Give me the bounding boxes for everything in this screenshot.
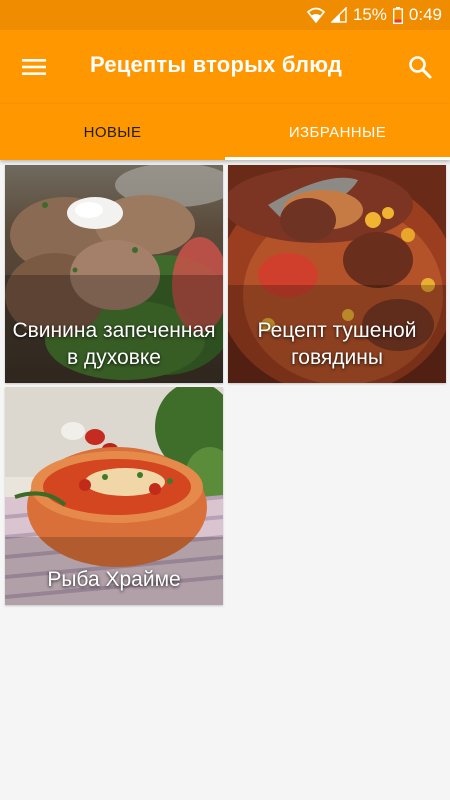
tab-bar: НОВЫЕ ИЗБРАННЫЕ bbox=[0, 104, 450, 160]
status-bar: 15% 0:49 bbox=[0, 0, 450, 30]
app-bar: Рецепты вторых блюд bbox=[0, 30, 450, 104]
recipe-title: Рыба Храйме bbox=[47, 568, 181, 591]
recipe-card-pork[interactable]: Свинина запеченная в духовке bbox=[5, 165, 223, 383]
recipe-card-fish[interactable]: Рыба Храйме bbox=[5, 387, 223, 605]
search-icon bbox=[409, 56, 432, 79]
status-time: 0:49 bbox=[408, 5, 442, 24]
menu-button[interactable] bbox=[14, 47, 54, 87]
page-title: Рецепты вторых блюд bbox=[90, 52, 343, 77]
app-screen: 15% 0:49 Рецепты вторых блюд НОВЫЕ ИЗБРА… bbox=[0, 0, 450, 800]
search-button[interactable] bbox=[400, 47, 440, 87]
tab-favorites[interactable]: ИЗБРАННЫЕ bbox=[225, 104, 450, 160]
tab-indicator bbox=[225, 157, 450, 160]
wifi-icon bbox=[306, 7, 325, 23]
signal-icon bbox=[330, 7, 347, 23]
tab-new[interactable]: НОВЫЕ bbox=[0, 104, 225, 160]
recipe-title: Рецепт тушеной говядины bbox=[257, 319, 417, 369]
recipe-card-beef-stew[interactable]: Рецепт тушеной говядины bbox=[228, 165, 446, 383]
hamburger-menu-icon bbox=[22, 59, 46, 75]
battery-percent: 15% bbox=[352, 5, 387, 24]
battery-icon bbox=[392, 6, 403, 24]
recipe-title: Свинина запеченная в духовке bbox=[12, 319, 216, 369]
